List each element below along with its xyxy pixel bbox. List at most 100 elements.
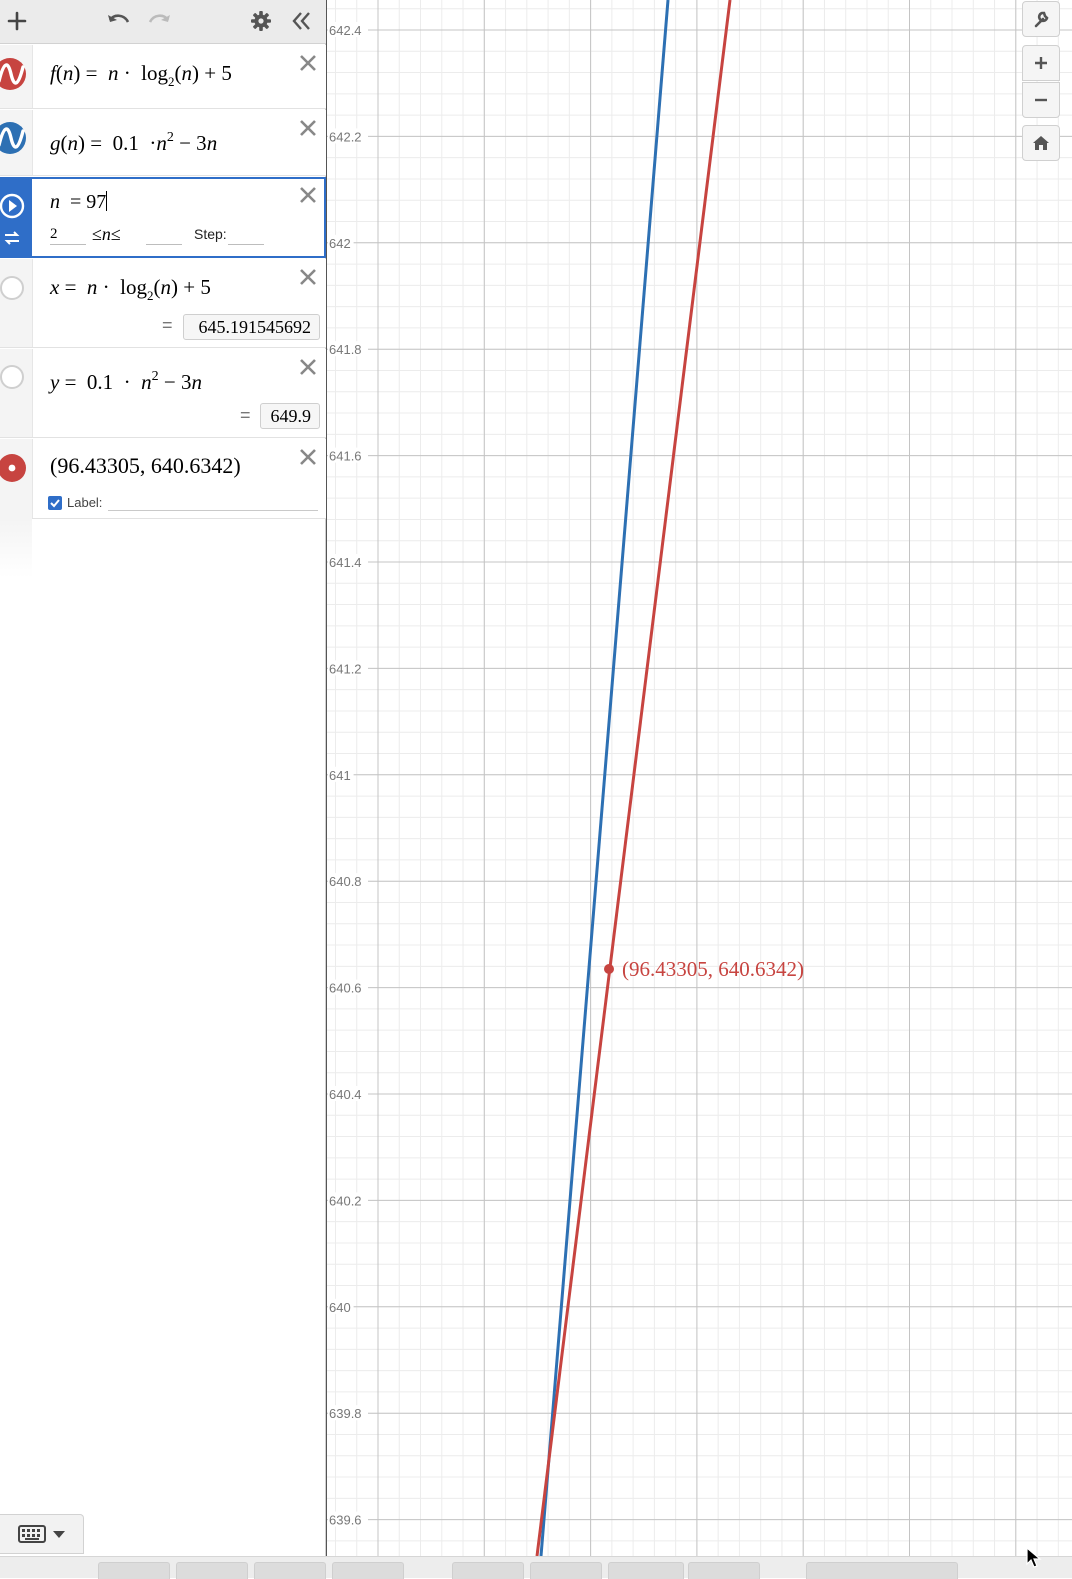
major-grid <box>326 0 1072 1556</box>
expression-row-point[interactable]: (96.43305, 640.6342) Label: <box>0 439 326 519</box>
minus-icon <box>1035 98 1047 102</box>
expression-row-f[interactable]: f(n) = n · log2(n) + 5 <box>0 45 326 109</box>
label-toggle[interactable]: Label: <box>48 495 102 510</box>
wrench-icon <box>1034 11 1049 28</box>
expression-formula-f[interactable]: f(n) = n · log2(n) + 5 <box>50 61 232 90</box>
graph-settings-button[interactable] <box>1022 1 1060 37</box>
delete-expression-icon[interactable] <box>298 185 318 205</box>
expression-row-y[interactable]: y = 0.1 · n2 − 3n = 649.9 <box>0 349 326 438</box>
plus-icon <box>1035 57 1047 69</box>
expression-gutter <box>0 439 33 518</box>
expression-row-g[interactable]: g(n) = 0.1 ·n2 − 3n <box>0 110 326 176</box>
evaluation-result: 645.191545692 <box>183 314 320 340</box>
intersection-point[interactable] <box>604 964 614 974</box>
delete-expression-icon[interactable] <box>298 53 318 73</box>
add-expression-button[interactable] <box>4 6 30 36</box>
expression-row-x[interactable]: x = n · log2(n) + 5 = 645.191545692 <box>0 259 326 348</box>
expression-toolbar <box>0 0 326 44</box>
loop-icon <box>4 231 20 245</box>
strip-tab[interactable] <box>332 1562 404 1579</box>
delete-expression-icon[interactable] <box>298 447 318 467</box>
step-label: Step: <box>194 226 227 242</box>
expression-gutter <box>0 349 33 437</box>
expression-formula-point[interactable]: (96.43305, 640.6342) <box>50 453 241 479</box>
y-tick-label: 640 <box>329 1300 351 1315</box>
y-tick-label: 639.6 <box>329 1513 362 1528</box>
y-tick-label: 641.8 <box>329 342 362 357</box>
expression-gutter <box>0 45 33 108</box>
slider-value-input[interactable]: n = 97 <box>50 191 108 214</box>
y-tick-label: 642.4 <box>329 23 362 38</box>
y-tick-label: 641 <box>329 768 351 783</box>
y-tick-label: 640.6 <box>329 981 362 996</box>
slider-min-input[interactable]: 2 <box>50 224 86 245</box>
y-tick-label: 641.6 <box>329 449 362 464</box>
home-icon <box>1033 136 1049 150</box>
expression-gutter <box>0 110 33 175</box>
slider-max-input[interactable] <box>146 224 182 245</box>
expression-formula-y[interactable]: y = 0.1 · n2 − 3n <box>50 369 202 395</box>
keyboard-toggle-button[interactable] <box>0 1514 84 1554</box>
equals-sign: = <box>240 405 251 425</box>
y-tick-label: 639.8 <box>329 1406 362 1421</box>
undo-button[interactable] <box>104 6 134 36</box>
curve-g[interactable] <box>539 0 670 1556</box>
equals-sign: = <box>162 315 173 335</box>
strip-tab[interactable] <box>530 1562 602 1579</box>
double-chevron-left-icon <box>292 12 310 30</box>
empty-expression-slot[interactable] <box>0 518 32 578</box>
settings-button[interactable] <box>246 6 276 36</box>
hidden-toggle-icon[interactable] <box>0 259 28 348</box>
zoom-out-button[interactable] <box>1022 82 1060 118</box>
expression-formula-g[interactable]: g(n) = 0.1 ·n2 − 3n <box>50 130 217 156</box>
caret-down-icon <box>52 1531 65 1538</box>
delete-expression-icon[interactable] <box>298 118 318 138</box>
bottom-scroll-strip <box>0 1556 1072 1579</box>
delete-expression-icon[interactable] <box>298 267 318 287</box>
slider-step-input[interactable] <box>228 224 264 245</box>
point-label: (96.43305, 640.6342) <box>622 957 804 981</box>
red-wave-icon[interactable] <box>0 45 28 109</box>
evaluation-result: 649.9 <box>260 403 320 429</box>
label-toggle-text: Label: <box>67 495 103 510</box>
graph-svg[interactable]: 642.4 642.2 642 641.8 641.6 641.4 641.2 641 640.… <box>326 0 1072 1556</box>
redo-button[interactable] <box>144 6 174 36</box>
y-tick-label: 641.4 <box>329 555 362 570</box>
label-input[interactable] <box>108 510 318 511</box>
plus-icon <box>7 11 27 31</box>
zoom-in-button[interactable] <box>1022 45 1060 81</box>
keyboard-icon <box>17 1525 46 1543</box>
strip-tab[interactable] <box>452 1562 524 1579</box>
undo-icon <box>108 14 130 23</box>
strip-tab[interactable] <box>608 1562 684 1579</box>
y-tick-label: 640.8 <box>329 874 362 889</box>
redo-icon <box>148 14 170 23</box>
expression-row-slider-n[interactable]: n = 97 2 ≤n≤ Step: <box>0 177 326 258</box>
checkbox-checked-icon[interactable] <box>48 495 62 510</box>
expression-list-panel: f(n) = n · log2(n) + 5 g(n) = 0.1 ·n2 − … <box>0 0 326 1556</box>
strip-tab[interactable] <box>254 1562 326 1579</box>
strip-tab[interactable] <box>98 1562 170 1579</box>
gear-icon <box>251 11 271 31</box>
strip-tab[interactable] <box>176 1562 248 1579</box>
expression-formula-x[interactable]: x = n · log2(n) + 5 <box>50 275 211 304</box>
play-icon[interactable] <box>0 177 28 258</box>
expression-gutter <box>0 177 32 257</box>
red-point-icon[interactable] <box>0 439 28 519</box>
y-tick-label: 641.2 <box>329 661 362 676</box>
strip-tab[interactable] <box>806 1562 958 1579</box>
collapse-panel-button[interactable] <box>286 6 316 36</box>
delete-expression-icon[interactable] <box>298 357 318 377</box>
hidden-toggle-icon[interactable] <box>0 349 28 438</box>
blue-wave-icon[interactable] <box>0 110 28 176</box>
graph-canvas[interactable]: 642.4 642.2 642 641.8 641.6 641.4 641.2 641 640.… <box>326 0 1072 1556</box>
default-viewport-button[interactable] <box>1022 125 1060 161</box>
y-tick-label: 642.2 <box>329 129 362 144</box>
slider-range-text: ≤n≤ <box>92 224 121 244</box>
strip-tab[interactable] <box>688 1562 760 1579</box>
y-tick-label: 640.4 <box>329 1087 362 1102</box>
y-tick-label: 642 <box>329 236 351 251</box>
y-tick-label: 640.2 <box>329 1193 362 1208</box>
minor-grid <box>326 0 1072 1556</box>
expression-gutter <box>0 259 33 347</box>
